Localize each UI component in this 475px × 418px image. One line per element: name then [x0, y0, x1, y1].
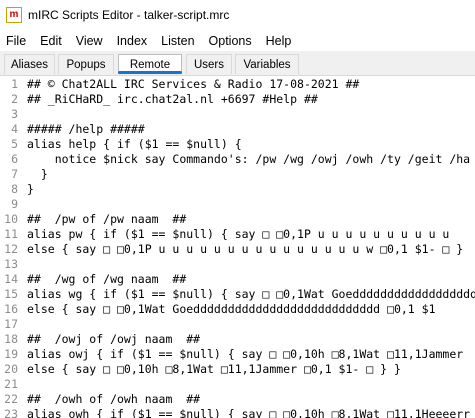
line-number: 4: [11, 122, 18, 136]
code-line: 1 ## © Chat2ALL IRC Services & Radio 17-0…: [0, 77, 475, 92]
code-line: 11 alias pw { if ($1 == $null) { say □ □0…: [0, 227, 475, 242]
code-line: 23 alias owh { if ($1 == $null) { say □ □…: [0, 407, 475, 418]
code-line: 17: [0, 317, 475, 332]
line-number: 6: [11, 152, 18, 166]
line-number: 15: [4, 287, 18, 301]
script-editor[interactable]: 1 ## © Chat2ALL IRC Services & Radio 17-0…: [0, 77, 475, 418]
line-number: 2: [11, 92, 18, 106]
code-line: 22 ## /owh of /owh naam ##: [0, 392, 475, 407]
line-number: 18: [4, 332, 18, 346]
menu-help[interactable]: Help: [259, 34, 299, 48]
line-number: 8: [11, 182, 18, 196]
code-text: }: [27, 167, 48, 181]
tab-aliases[interactable]: Aliases: [4, 54, 55, 74]
code-text: alias owh { if ($1 == $null) { say □ □0,…: [27, 407, 471, 418]
line-number: 20: [4, 362, 18, 376]
code-line: 5 alias help { if ($1 == $null) {: [0, 137, 475, 152]
line-number: 21: [4, 377, 18, 391]
code-line: 7 }: [0, 167, 475, 182]
tab-variables[interactable]: Variables: [235, 54, 299, 74]
menu-options[interactable]: Options: [202, 34, 259, 48]
line-number: 3: [11, 107, 18, 121]
code-text: ## /wg of /wg naam ##: [27, 272, 187, 286]
menu-bar: File Edit View Index Listen Options Help: [0, 30, 475, 51]
code-line: 10 ## /pw of /pw naam ##: [0, 212, 475, 227]
line-number: 22: [4, 392, 18, 406]
line-number: 13: [4, 257, 18, 271]
code-text: alias pw { if ($1 == $null) { say □ □0,1…: [27, 227, 450, 241]
code-line: 21: [0, 377, 475, 392]
menu-file[interactable]: File: [0, 34, 33, 48]
line-number: 14: [4, 272, 18, 286]
line-number: 12: [4, 242, 18, 256]
code-text: else { say □ □0,1P u u u u u u u u u u u…: [27, 242, 464, 256]
line-number: 10: [4, 212, 18, 226]
line-number: 9: [11, 197, 18, 211]
code-text: alias wg { if ($1 == $null) { say □ □0,1…: [27, 287, 475, 301]
tab-users[interactable]: Users: [186, 54, 232, 74]
mirc-app-icon: m: [6, 7, 22, 23]
code-text: else { say □ □0,1Wat Goedddddddddddddddd…: [27, 302, 436, 316]
menu-view[interactable]: View: [69, 34, 110, 48]
code-text: ##### /help #####: [27, 122, 145, 136]
menu-index[interactable]: Index: [110, 34, 155, 48]
code-text: else { say □ □0,10h □8,1Wat □11,1Jammer …: [27, 362, 401, 376]
code-line: 20 else { say □ □0,10h □8,1Wat □11,1Jamme…: [0, 362, 475, 377]
code-line: 4 ##### /help #####: [0, 122, 475, 137]
line-number: 23: [4, 407, 18, 418]
code-line: 13: [0, 257, 475, 272]
code-text: alias owj { if ($1 == $null) { say □ □0,…: [27, 347, 464, 361]
menu-listen[interactable]: Listen: [154, 34, 201, 48]
code-line: 3: [0, 107, 475, 122]
line-number: 11: [4, 227, 18, 241]
title-bar: m mIRC Scripts Editor - talker-script.mr…: [0, 0, 475, 30]
tab-bar: Aliases Popups Remote Users Variables: [0, 51, 475, 76]
line-number: 7: [11, 167, 18, 181]
window-title: mIRC Scripts Editor - talker-script.mrc: [28, 8, 230, 22]
code-line: 12 else { say □ □0,1P u u u u u u u u u u…: [0, 242, 475, 257]
line-number: 16: [4, 302, 18, 316]
line-number: 17: [4, 317, 18, 331]
code-text: alias help { if ($1 == $null) {: [27, 137, 242, 151]
code-text: ## /owh of /owh naam ##: [27, 392, 201, 406]
code-line: 6 notice $nick say Commando's: /pw /wg /…: [0, 152, 475, 167]
code-text: ## © Chat2ALL IRC Services & Radio 17-08…: [27, 77, 360, 91]
code-text: }: [27, 182, 34, 196]
line-number: 19: [4, 347, 18, 361]
code-line: 19 alias owj { if ($1 == $null) { say □ □…: [0, 347, 475, 362]
menu-edit[interactable]: Edit: [33, 34, 69, 48]
code-line: 14 ## /wg of /wg naam ##: [0, 272, 475, 287]
line-number: 5: [11, 137, 18, 151]
code-text: ## _RiCHaRD_ irc.chat2al.nl +6697 #Help …: [27, 92, 318, 106]
code-line: 15 alias wg { if ($1 == $null) { say □ □0…: [0, 287, 475, 302]
code-text: ## /pw of /pw naam ##: [27, 212, 187, 226]
code-text: notice $nick say Commando's: /pw /wg /ow…: [27, 152, 471, 166]
code-line: 9: [0, 197, 475, 212]
code-line: 16 else { say □ □0,1Wat Goedddddddddddddd…: [0, 302, 475, 317]
active-tab-indicator: [118, 71, 182, 74]
tab-popups[interactable]: Popups: [58, 54, 114, 74]
line-number: 1: [11, 77, 18, 91]
code-line: 2 ## _RiCHaRD_ irc.chat2al.nl +6697 #Help…: [0, 92, 475, 107]
code-line: 8}: [0, 182, 475, 197]
code-text: ## /owj of /owj naam ##: [27, 332, 201, 346]
code-line: 18 ## /owj of /owj naam ##: [0, 332, 475, 347]
